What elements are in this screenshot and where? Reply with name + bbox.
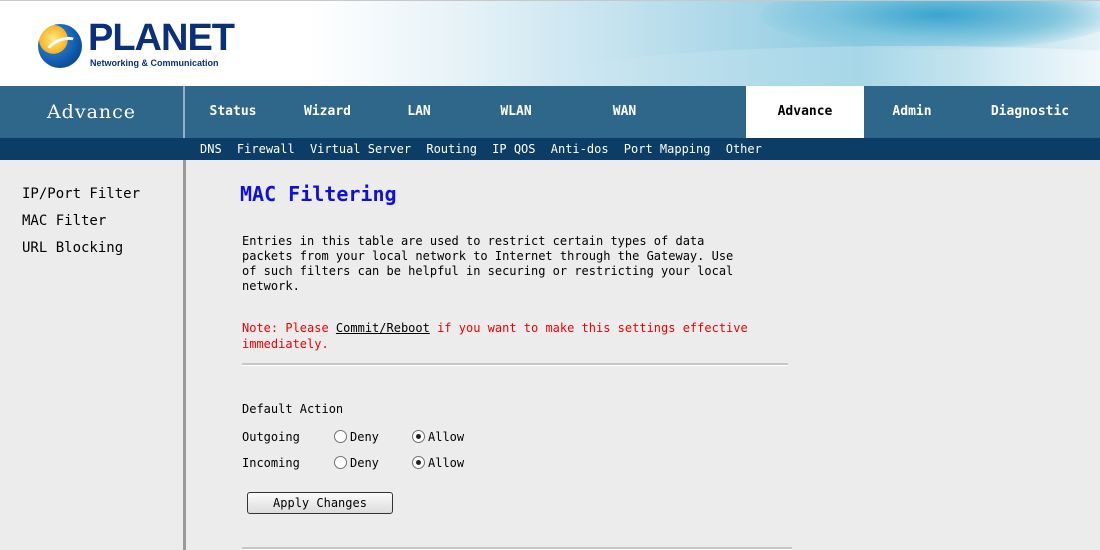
- submenu-other[interactable]: Other: [726, 142, 762, 156]
- outgoing-allow-label: Allow: [428, 430, 465, 444]
- sidebar: IP/Port Filter MAC Filter URL Blocking: [0, 160, 183, 550]
- outgoing-deny-label: Deny: [350, 430, 379, 444]
- apply-changes-button[interactable]: Apply Changes: [247, 492, 393, 514]
- tab-admin[interactable]: Admin: [864, 86, 960, 138]
- outgoing-label: Outgoing: [242, 430, 300, 444]
- incoming-allow-label: Allow: [428, 456, 465, 470]
- header-banner: PLANET Networking & Communication: [0, 0, 1100, 86]
- incoming-deny-radio[interactable]: [334, 456, 347, 469]
- page-description: Entries in this table are used to restri…: [242, 234, 802, 294]
- submenu-port-mapping[interactable]: Port Mapping: [624, 142, 711, 156]
- note-prefix: Note: Please: [242, 321, 336, 335]
- divider-top: [242, 363, 788, 366]
- banner-border: [0, 0, 1100, 1]
- tab-wizard[interactable]: Wizard: [281, 86, 374, 138]
- submenu-ip-qos[interactable]: IP QOS: [492, 142, 535, 156]
- submenu-dns[interactable]: DNS: [200, 142, 222, 156]
- outgoing-deny-radio[interactable]: [334, 430, 347, 443]
- tab-wlan[interactable]: WLAN: [464, 86, 568, 138]
- main-nav: Advance Status Wizard LAN WLAN WAN Advan…: [0, 86, 1100, 138]
- sidebar-item-mac-filter[interactable]: MAC Filter: [22, 213, 106, 229]
- submenu-routing[interactable]: Routing: [426, 142, 477, 156]
- incoming-deny-label: Deny: [350, 456, 379, 470]
- page-title: MAC Filtering: [240, 182, 397, 206]
- incoming-label: Incoming: [242, 456, 300, 470]
- submenu-anti-dos[interactable]: Anti-dos: [551, 142, 609, 156]
- note-suffix: if you want to make this settings effect…: [429, 321, 748, 335]
- description-line: of such filters can be helpful in securi…: [242, 264, 734, 278]
- description-line: Entries in this table are used to restri…: [242, 234, 705, 248]
- sidebar-item-url-blocking[interactable]: URL Blocking: [22, 240, 123, 256]
- logo-brand: PLANET: [88, 17, 235, 59]
- submenu-virtual-server[interactable]: Virtual Server: [310, 142, 411, 156]
- tab-lan[interactable]: LAN: [374, 86, 464, 138]
- note-line-2: immediately.: [242, 337, 329, 351]
- commit-note: Note: Please Commit/Reboot if you want t…: [242, 320, 802, 352]
- commit-reboot-link[interactable]: Commit/Reboot: [336, 321, 430, 335]
- section-title: Advance: [46, 101, 137, 123]
- incoming-allow-radio[interactable]: [412, 456, 425, 469]
- tab-status[interactable]: Status: [185, 86, 281, 138]
- sub-menu-links: DNS Firewall Virtual Server Routing IP Q…: [200, 138, 770, 160]
- default-action-label: Default Action: [242, 402, 344, 416]
- planet-logo: PLANET Networking & Communication: [38, 18, 278, 74]
- submenu-firewall[interactable]: Firewall: [237, 142, 295, 156]
- logo-tagline: Networking & Communication: [90, 58, 219, 68]
- sidebar-item-ip-port-filter[interactable]: IP/Port Filter: [22, 186, 140, 202]
- main-content: MAC Filtering Entries in this table are …: [186, 160, 1100, 550]
- planet-globe-icon: [38, 24, 82, 68]
- description-line: packets from your local network to Inter…: [242, 249, 734, 263]
- tab-diagnostic[interactable]: Diagnostic: [960, 86, 1100, 138]
- sub-menu: DNS Firewall Virtual Server Routing IP Q…: [0, 138, 1100, 160]
- outgoing-allow-radio[interactable]: [412, 430, 425, 443]
- description-line: network.: [242, 279, 300, 293]
- tab-advance[interactable]: Advance: [746, 86, 864, 138]
- tab-wan[interactable]: WAN: [568, 86, 681, 138]
